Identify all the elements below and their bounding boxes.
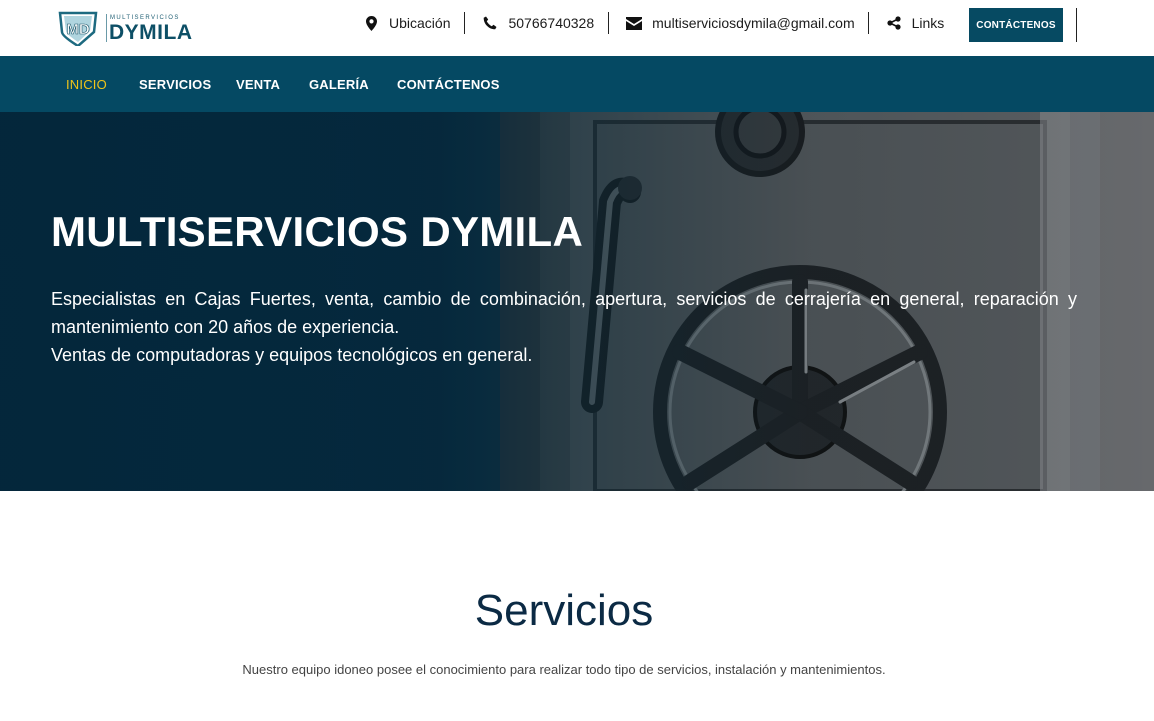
top-bar: MD MULTISERVICIOS DYMILA Ubicación 50766… [0,0,1154,56]
phone-label: 50766740328 [508,15,595,31]
nav-item-servicios[interactable]: SERVICIOS [139,77,211,92]
links-link[interactable]: Links [886,12,945,34]
envelope-icon [626,15,643,31]
site-logo[interactable]: MD MULTISERVICIOS DYMILA [56,10,192,46]
hero-banner: MULTISERVICIOS DYMILA Especialistas en C… [0,112,1154,491]
nav-item-contactenos[interactable]: CONTÁCTENOS [397,77,500,92]
contact-bar: Ubicación 50766740328 multiserviciosdymi… [363,8,944,38]
share-icon [886,15,902,31]
hero-paragraph-2: Ventas de computadoras y equipos tecnoló… [51,345,533,365]
logo-separator [106,14,107,42]
services-description: Nuestro equipo idoneo posee el conocimie… [242,662,886,677]
topbar-divider [608,12,610,34]
email-label: multiserviciosdymila@gmail.com [652,15,855,31]
main-nav: INICIO SERVICIOS VENTA GALERÍA CONTÁCTEN… [0,56,1154,112]
nav-item-inicio[interactable]: INICIO [66,77,107,92]
location-link[interactable]: Ubicación [363,12,450,34]
logo-badge-icon: MD [58,11,98,46]
email-link[interactable]: multiserviciosdymila@gmail.com [626,12,855,34]
logo-badge-text: MD [66,21,89,38]
logo-name: DYMILA [109,21,193,44]
contact-cta-button[interactable]: CONTÁCTENOS [969,8,1063,42]
phone-icon [482,15,498,31]
services-title: Servicios [474,586,654,635]
hero-paragraph-1: Especialistas en Cajas Fuertes, venta, c… [51,289,1077,337]
links-label: Links [911,15,945,31]
location-label: Ubicación [389,15,451,31]
map-marker-icon [363,15,379,31]
hero-title: MULTISERVICIOS DYMILA [51,208,584,255]
topbar-divider [464,12,466,34]
phone-link[interactable]: 50766740328 [482,12,594,34]
hero-description: Especialistas en Cajas Fuertes, venta, c… [51,285,1077,369]
nav-item-venta[interactable]: VENTA [236,77,280,92]
topbar-end-divider [1076,8,1077,42]
nav-item-galeria[interactable]: GALERÍA [309,77,369,92]
topbar-divider [867,12,869,34]
